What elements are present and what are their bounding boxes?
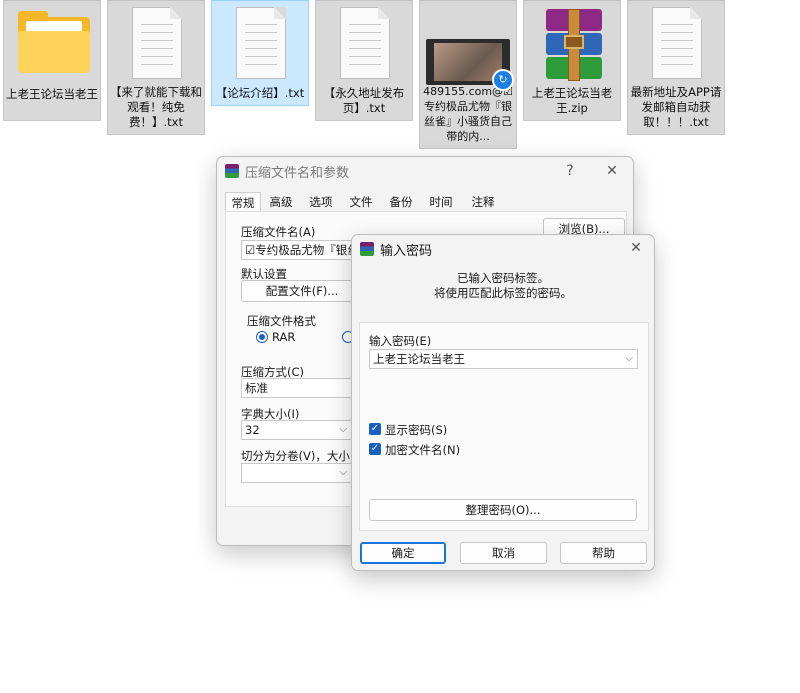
split-volumes-select[interactable]: ⌵ [241, 463, 352, 483]
organize-passwords-button[interactable]: 整理密码(O)... [369, 499, 637, 521]
desktop-file-txt-1[interactable]: 【来了就能下载和观看！纯免费！】.txt [107, 0, 205, 135]
help-button[interactable]: 帮助 [560, 542, 647, 564]
encrypt-names-label: 加密文件名(N) [385, 443, 461, 457]
password-info: 已输入密码标签。 将使用匹配此标签的密码。 [352, 271, 654, 301]
tab-general[interactable]: 常规 [225, 192, 261, 213]
desktop-file-zip[interactable]: 上老王论坛当老王.zip [523, 0, 621, 121]
help-button[interactable]: ? [557, 161, 583, 181]
password-value: 上老王论坛当老王 [373, 352, 465, 366]
file-label: 【永久地址发布页】.txt [323, 86, 405, 115]
chevron-down-icon: ⌵ [625, 353, 633, 364]
enter-password-label: 输入密码(E) [369, 334, 432, 348]
text-file-icon [316, 1, 412, 86]
format-group-label: 压缩文件格式 [247, 314, 316, 328]
winrar-icon [360, 242, 374, 256]
password-dialog: 输入密码 ✕ 已输入密码标签。 将使用匹配此标签的密码。 输入密码(E) 上老王… [351, 234, 655, 571]
format-rar-radio[interactable] [256, 331, 268, 343]
archive-name-label: 压缩文件名(A) [241, 225, 316, 239]
desktop-file-folder[interactable]: 上老王论坛当老王 [3, 0, 101, 121]
folder-icon [4, 1, 100, 87]
encrypt-names-checkbox[interactable]: ✓ [369, 443, 381, 455]
method-value: 标准 [245, 381, 268, 395]
dict-size-value: 32 [245, 423, 260, 437]
video-file-icon: ↻ [420, 1, 516, 91]
close-icon[interactable]: ✕ [625, 238, 647, 258]
file-label: 489155.com@☑专约极品尤物『银丝雀』小骚货自己带的内... [423, 85, 513, 143]
profiles-button[interactable]: 配置文件(F)... [241, 280, 363, 302]
winrar-archive-icon [524, 1, 620, 86]
archive-dialog-title: 压缩文件名和参数 [245, 165, 350, 181]
password-info-line1: 已输入密码标签。 [457, 271, 549, 285]
file-label: 【来了就能下载和观看！纯免费！】.txt [110, 85, 202, 129]
tab-advanced[interactable]: 高级 [265, 192, 297, 212]
winrar-icon [225, 164, 239, 178]
sync-badge-icon: ↻ [492, 69, 514, 91]
tab-time[interactable]: 时间 [425, 192, 457, 212]
file-label: 【论坛介绍】.txt [215, 86, 305, 100]
format-rar-label: RAR [272, 330, 296, 344]
method-select[interactable]: 标准 [241, 378, 352, 398]
show-password-checkbox[interactable]: ✓ [369, 423, 381, 435]
text-file-icon [628, 1, 724, 85]
file-label: 最新地址及APP请发邮箱自动获取！！！.txt [630, 85, 722, 129]
password-info-line2: 将使用匹配此标签的密码。 [434, 286, 572, 300]
split-volumes-label: 切分为分卷(V)，大小 [241, 449, 350, 463]
chevron-down-icon: ⌵ [339, 424, 347, 435]
desktop-file-video[interactable]: ↻ 489155.com@☑专约极品尤物『银丝雀』小骚货自己带的内... [419, 0, 517, 149]
dict-size-select[interactable]: 32 ⌵ [241, 420, 352, 440]
ok-button[interactable]: 确定 [360, 542, 446, 564]
file-label: 上老王论坛当老王.zip [531, 86, 613, 115]
file-label: 上老王论坛当老王 [6, 87, 98, 101]
password-panel: 输入密码(E) 上老王论坛当老王 ⌵ ✓ 显示密码(S) ✓ 加密文件名(N) … [359, 322, 649, 531]
chevron-down-icon: ⌵ [339, 467, 347, 478]
tab-files[interactable]: 文件 [345, 192, 377, 212]
desktop-file-txt-4[interactable]: 最新地址及APP请发邮箱自动获取！！！.txt [627, 0, 725, 135]
tab-options[interactable]: 选项 [305, 192, 337, 212]
text-file-icon [108, 1, 204, 85]
desktop-file-txt-3[interactable]: 【永久地址发布页】.txt [315, 0, 413, 121]
close-icon[interactable]: ✕ [599, 161, 625, 181]
text-file-icon [212, 1, 308, 86]
tab-comment[interactable]: 注释 [467, 192, 499, 212]
password-dialog-title: 输入密码 [380, 243, 433, 259]
desktop-file-txt-2[interactable]: 【论坛介绍】.txt [211, 0, 309, 106]
cancel-button[interactable]: 取消 [460, 542, 547, 564]
password-field[interactable]: 上老王论坛当老王 ⌵ [369, 349, 638, 369]
tab-backup[interactable]: 备份 [385, 192, 417, 212]
show-password-label: 显示密码(S) [385, 423, 448, 437]
archive-name-field[interactable]: ☑专约极品尤物『银丝雀 [241, 240, 362, 260]
